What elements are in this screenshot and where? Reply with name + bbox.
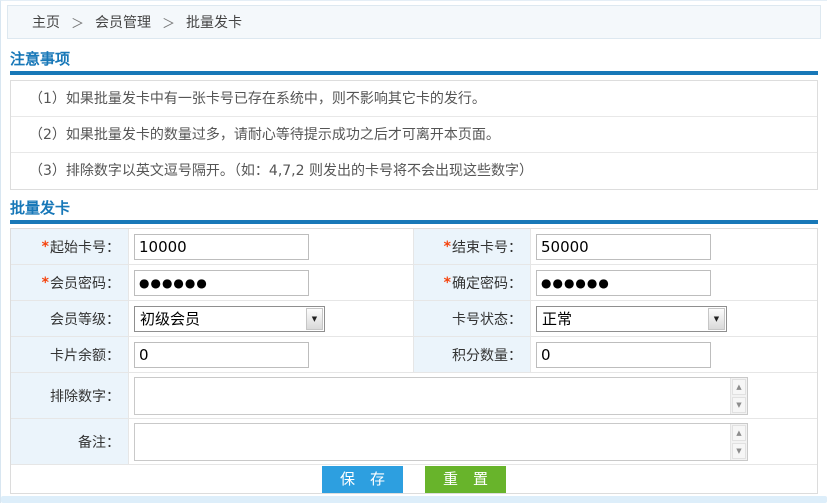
scroll-up-icon[interactable]: ▲: [732, 425, 746, 441]
notice-item: （2）如果批量发卡的数量过多，请耐心等待提示成功之后才可离开本页面。: [11, 117, 817, 153]
notice-heading-bar: [10, 71, 818, 75]
card-status-select[interactable]: 正常 ▼: [536, 306, 727, 332]
member-password-label-text: 会员密码：: [50, 273, 120, 293]
breadcrumb-member-management[interactable]: 会员管理: [95, 12, 151, 32]
notice-heading: 注意事项: [10, 49, 818, 69]
end-card-input[interactable]: [536, 234, 711, 260]
remark-label-text: 备注：: [78, 432, 120, 452]
footer-bar: [1, 496, 827, 503]
card-balance-input[interactable]: [134, 342, 309, 368]
batch-card-form: * 起始卡号： * 结束卡号： * 会员密码： *: [10, 228, 818, 494]
exclude-digits-input[interactable]: [135, 378, 730, 414]
form-heading: 批量发卡: [10, 198, 818, 218]
start-card-label-text: 起始卡号：: [50, 237, 120, 257]
notice-item: （1）如果批量发卡中有一张卡号已存在系统中，则不影响其它卡的发行。: [11, 81, 817, 117]
breadcrumb-separator: ＞: [71, 13, 84, 32]
remark-input[interactable]: [135, 424, 730, 460]
start-card-label: * 起始卡号：: [11, 229, 129, 265]
card-status-cell: 正常 ▼: [531, 301, 817, 337]
confirm-password-cell: [531, 265, 817, 301]
start-card-cell: [129, 229, 414, 265]
points-amount-cell: [531, 337, 817, 373]
remark-label: 备注：: [11, 419, 129, 465]
notice-box: （1）如果批量发卡中有一张卡号已存在系统中，则不影响其它卡的发行。 （2）如果批…: [10, 80, 818, 190]
end-card-label: * 结束卡号：: [414, 229, 531, 265]
required-marker: *: [42, 239, 49, 255]
breadcrumb-separator: ＞: [162, 13, 175, 32]
breadcrumb-home[interactable]: 主页: [32, 12, 60, 32]
member-password-label: * 会员密码：: [11, 265, 129, 301]
card-status-selected-value: 正常: [537, 307, 726, 331]
confirm-password-input[interactable]: [536, 270, 711, 296]
required-marker: *: [42, 275, 49, 291]
exclude-digits-label-text: 排除数字：: [50, 386, 120, 406]
start-card-input[interactable]: [134, 234, 309, 260]
chevron-down-icon[interactable]: ▼: [306, 308, 323, 330]
member-level-cell: 初级会员 ▼: [129, 301, 414, 337]
member-password-input[interactable]: [134, 270, 309, 296]
member-level-label: 会员等级：: [11, 301, 129, 337]
confirm-password-label-text: 确定密码：: [452, 273, 522, 293]
card-balance-cell: [129, 337, 414, 373]
end-card-cell: [531, 229, 817, 265]
form-actions: 保 存 重 置: [11, 465, 817, 493]
card-balance-label-text: 卡片余额：: [50, 345, 120, 365]
page: 主页 ＞ 会员管理 ＞ 批量发卡 注意事项 （1）如果批量发卡中有一张卡号已存在…: [0, 0, 827, 503]
breadcrumb-current-page: 批量发卡: [186, 12, 242, 32]
member-level-select[interactable]: 初级会员 ▼: [134, 306, 325, 332]
exclude-digits-cell: ▲ ▼: [129, 373, 817, 419]
confirm-password-label: * 确定密码：: [414, 265, 531, 301]
points-amount-input[interactable]: [536, 342, 711, 368]
scrollbar[interactable]: ▲ ▼: [730, 378, 747, 414]
points-amount-label-text: 积分数量：: [452, 345, 522, 365]
card-status-label: 卡号状态：: [414, 301, 531, 337]
member-level-label-text: 会员等级：: [50, 309, 120, 329]
end-card-label-text: 结束卡号：: [452, 237, 522, 257]
reset-button[interactable]: 重 置: [425, 466, 506, 493]
scroll-down-icon[interactable]: ▼: [732, 443, 746, 459]
card-balance-label: 卡片余额：: [11, 337, 129, 373]
member-level-selected-value: 初级会员: [135, 307, 324, 331]
form-heading-bar: [10, 220, 818, 224]
notice-item: （3）排除数字以英文逗号隔开。（如：4,7,2 则发出的卡号将不会出现这些数字）: [11, 153, 817, 189]
remark-textarea[interactable]: ▲ ▼: [134, 423, 748, 461]
save-button[interactable]: 保 存: [322, 466, 403, 493]
exclude-digits-textarea[interactable]: ▲ ▼: [134, 377, 748, 415]
scroll-down-icon[interactable]: ▼: [732, 397, 746, 413]
required-marker: *: [444, 239, 451, 255]
member-password-cell: [129, 265, 414, 301]
card-status-label-text: 卡号状态：: [452, 309, 522, 329]
scrollbar[interactable]: ▲ ▼: [730, 424, 747, 460]
breadcrumb: 主页 ＞ 会员管理 ＞ 批量发卡: [7, 5, 821, 39]
exclude-digits-label: 排除数字：: [11, 373, 129, 419]
remark-cell: ▲ ▼: [129, 419, 817, 465]
points-amount-label: 积分数量：: [414, 337, 531, 373]
scroll-up-icon[interactable]: ▲: [732, 379, 746, 395]
required-marker: *: [444, 275, 451, 291]
chevron-down-icon[interactable]: ▼: [708, 308, 725, 330]
